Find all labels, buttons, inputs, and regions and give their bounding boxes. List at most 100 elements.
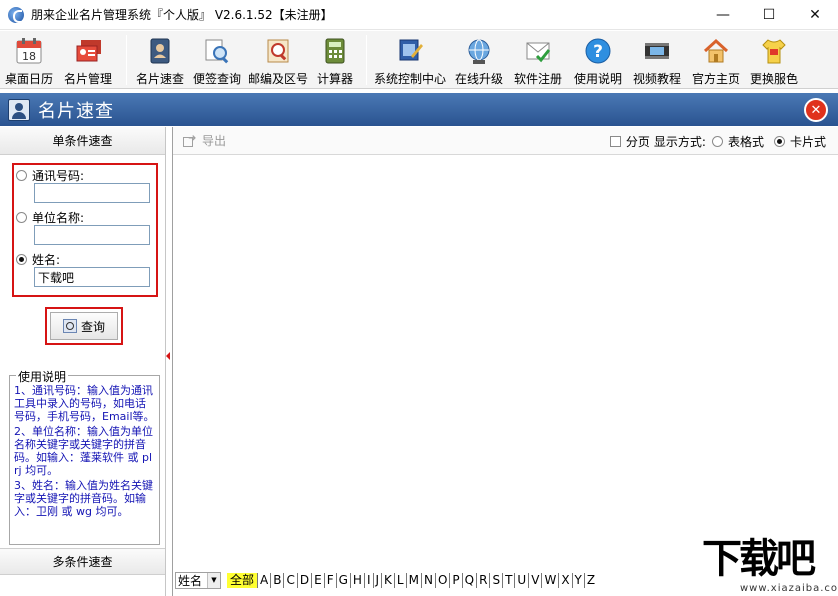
letter-filter[interactable]: K <box>382 572 395 588</box>
phone-label: 通讯号码: <box>32 169 85 183</box>
query-button[interactable]: 查询 <box>50 312 118 340</box>
name-radio[interactable] <box>16 254 27 265</box>
query-button-frame: 查询 <box>45 307 123 345</box>
letter-filter[interactable]: X <box>559 572 573 588</box>
letter-filter[interactable]: U <box>515 572 530 588</box>
paging-checkbox[interactable] <box>609 135 621 147</box>
letter-filter[interactable]: L <box>395 572 407 588</box>
toolbar-video-tutorial[interactable]: 视频教程 <box>628 31 686 89</box>
chevron-down-icon[interactable]: ▼ <box>207 572 220 588</box>
toolbar-label: 视频教程 <box>632 72 681 86</box>
toolbar-register[interactable]: 软件注册 <box>508 31 568 89</box>
results-panel: 导出 分页 显示方式: 表格式 卡片式 姓名 ▼ 全部ABCDEFGHIJKLM… <box>172 127 838 596</box>
card-mode-radio[interactable] <box>773 135 785 147</box>
toolbar-label: 在线升级 <box>454 72 503 86</box>
skin-icon <box>758 35 790 67</box>
toolbar-note-search[interactable]: 便签查询 <box>188 31 246 89</box>
section-close-button[interactable]: ✕ <box>804 98 828 122</box>
note-search-icon <box>201 35 233 67</box>
company-label: 单位名称: <box>32 211 85 225</box>
letter-filter[interactable]: F <box>325 572 337 588</box>
calendar-icon: 18 <box>13 35 45 67</box>
toolbar-label: 系统控制中心 <box>373 72 446 86</box>
toolbar-label: 使用说明 <box>573 72 622 86</box>
query-button-label: 查询 <box>80 319 105 334</box>
letter-filter[interactable]: V <box>529 572 543 588</box>
section-title: 名片速查 <box>38 100 114 122</box>
title-bar: 朋来企业名片管理系统『个人版』 V2.6.1.52【未注册】 — ☐ ✕ <box>0 0 838 30</box>
letter-filter[interactable]: M <box>407 572 422 588</box>
minimize-button[interactable]: — <box>700 0 746 30</box>
letter-filter-all[interactable]: 全部 <box>227 572 259 588</box>
toolbar-label: 便签查询 <box>192 72 241 86</box>
online-upgrade-icon <box>463 35 495 67</box>
letter-filter[interactable]: O <box>436 572 451 588</box>
letter-filter[interactable]: R <box>477 572 491 588</box>
toolbar-change-skin[interactable]: 更换服色 <box>746 31 802 89</box>
toolbar-separator <box>366 35 367 85</box>
export-icon <box>183 133 197 147</box>
results-toolbar: 导出 分页 显示方式: 表格式 卡片式 <box>173 127 838 155</box>
single-search-tab[interactable]: 单条件速查 <box>0 127 165 155</box>
phone-input[interactable] <box>34 183 150 203</box>
letter-filter[interactable]: G <box>337 572 351 588</box>
company-input[interactable] <box>34 225 150 245</box>
register-icon <box>522 35 554 67</box>
table-mode-radio[interactable] <box>711 135 723 147</box>
toolbar-card-management[interactable]: 名片管理 <box>58 31 118 89</box>
letter-filter[interactable]: D <box>298 572 313 588</box>
video-icon <box>641 35 673 67</box>
letter-filter[interactable]: C <box>284 572 298 588</box>
toolbar-control-center[interactable]: 系统控制中心 <box>370 31 450 89</box>
toolbar-desktop-calendar[interactable]: 18 桌面日历 <box>0 31 58 89</box>
export-button[interactable]: 导出 <box>183 132 226 149</box>
window-controls: — ☐ ✕ <box>700 0 838 30</box>
letter-filter[interactable]: H <box>351 572 365 588</box>
name-option[interactable]: 姓名: <box>16 251 60 268</box>
letter-filter[interactable]: B <box>271 572 285 588</box>
letter-filter[interactable]: A <box>258 572 272 588</box>
card-mode-label: 卡片式 <box>789 134 826 149</box>
phone-option[interactable]: 通讯号码: <box>16 167 84 184</box>
maximize-button[interactable]: ☐ <box>746 0 792 30</box>
window-title: 朋来企业名片管理系统『个人版』 V2.6.1.52【未注册】 <box>31 8 333 22</box>
name-input[interactable] <box>34 267 150 287</box>
toolbar-online-upgrade[interactable]: 在线升级 <box>450 31 508 89</box>
multi-search-tab[interactable]: 多条件速查 <box>0 548 165 575</box>
home-icon <box>700 35 732 67</box>
toolbar-help[interactable]: ? 使用说明 <box>568 31 628 89</box>
letter-filter[interactable]: T <box>503 572 516 588</box>
letter-filter[interactable]: Z <box>585 573 597 588</box>
svg-text:18: 18 <box>22 50 36 63</box>
toolbar-official-home[interactable]: 官方主页 <box>686 31 746 89</box>
sort-field-select[interactable]: 姓名 ▼ <box>175 571 221 589</box>
toolbar-separator <box>126 35 127 85</box>
letter-filter[interactable]: N <box>422 572 436 588</box>
letter-filter[interactable]: J <box>374 572 383 588</box>
letter-filter[interactable]: Y <box>573 572 585 588</box>
letter-filter[interactable]: S <box>490 572 504 588</box>
letter-filter[interactable]: W <box>542 572 560 588</box>
section-header: 名片速查 ✕ <box>0 93 838 126</box>
company-radio[interactable] <box>16 212 27 223</box>
app-logo-icon <box>8 6 24 23</box>
query-fields-box: 通讯号码: 单位名称: 姓名: <box>12 163 158 297</box>
help-line: 3、姓名：输入值为姓名关键字或关键字的拼音码。如输入：卫刚 或 wg 均可。 <box>14 479 153 518</box>
letter-filter[interactable]: E <box>312 572 325 588</box>
splitter-arrow-icon[interactable] <box>166 352 170 360</box>
toolbar-label: 更换服色 <box>749 72 798 86</box>
letter-filter[interactable]: Q <box>463 572 478 588</box>
toolbar-calculator[interactable]: 计算器 <box>310 31 360 89</box>
help-icon: ? <box>582 35 614 67</box>
toolbar-label: 软件注册 <box>513 72 562 86</box>
letter-filter[interactable]: P <box>450 572 463 588</box>
svg-text:?: ? <box>593 42 603 62</box>
letter-filter[interactable]: I <box>365 572 374 588</box>
close-button[interactable]: ✕ <box>792 0 838 30</box>
company-option[interactable]: 单位名称: <box>16 209 84 226</box>
toolbar-postcode[interactable]: 邮编及区号 <box>246 31 310 89</box>
table-mode-label: 表格式 <box>727 134 764 149</box>
toolbar-label: 名片管理 <box>63 72 112 86</box>
phone-radio[interactable] <box>16 170 27 181</box>
toolbar-card-quick-search[interactable]: 名片速查 <box>132 31 188 89</box>
